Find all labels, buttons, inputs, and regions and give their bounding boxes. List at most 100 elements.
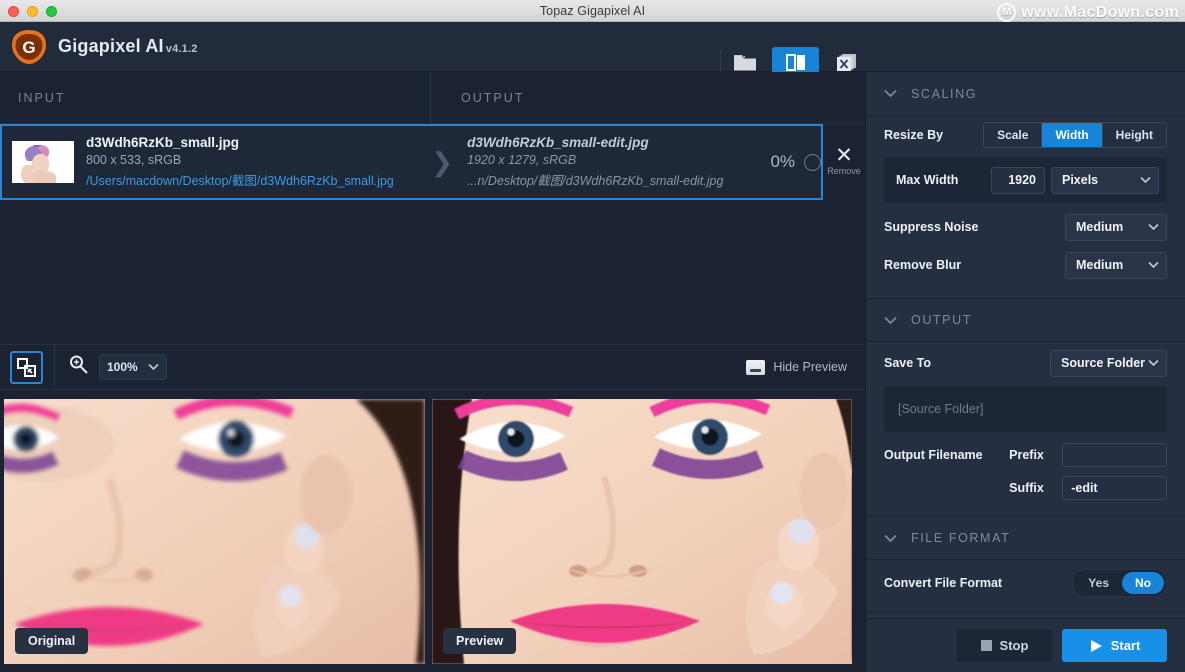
max-width-label: Max Width [896, 173, 959, 187]
preview-label[interactable]: Preview [443, 628, 517, 654]
toolbar-separator [54, 344, 55, 390]
zoom-level-select[interactable]: 100% [99, 354, 167, 380]
scaling-section-header[interactable]: SCALING [866, 72, 1185, 116]
save-to-label: Save To [884, 356, 932, 370]
svg-text:G: G [22, 38, 35, 57]
output-filename: d3Wdh6RzKb_small-edit.jpg [467, 135, 649, 150]
convert-file-format-row: Convert File Format Yes No [866, 560, 1185, 606]
app-header: G Gigapixel AIv4.1.2 Open [0, 22, 1185, 91]
arrow-right-icon: ❯ [431, 146, 454, 177]
preview-toolbar: 100% Hide Preview [0, 344, 865, 390]
folder-icon [733, 54, 756, 70]
convert-file-format-label: Convert File Format [884, 576, 1003, 590]
window-title: Topaz Gigapixel AI [539, 3, 646, 18]
action-bar: Stop Start [866, 618, 1185, 672]
settings-sidebar: SCALING Resize By Scale Width Height Max… [865, 72, 1185, 672]
app-window: Topaz Gigapixel AI M www.MacDown.com G G… [0, 0, 1185, 672]
file-list-header: INPUT OUTPUT [0, 71, 865, 124]
output-path-input[interactable]: [Source Folder] [884, 386, 1167, 432]
original-image [4, 399, 425, 664]
resize-option-height[interactable]: Height [1101, 123, 1166, 147]
original-label[interactable]: Original [15, 628, 89, 654]
units-select[interactable]: Pixels [1051, 166, 1159, 194]
input-file-info: d3Wdh6RzKb_small.jpg 800 x 533, sRGB /Us… [86, 135, 425, 189]
prefix-row: Output Filename Prefix [866, 440, 1185, 469]
units-value: Pixels [1062, 173, 1099, 187]
remove-label: Remove [827, 166, 861, 176]
section-divider [866, 612, 1185, 613]
suffix-label: Suffix [1009, 480, 1044, 495]
remove-blur-row: Remove Blur Medium [866, 246, 1185, 284]
prefix-label: Prefix [1009, 447, 1044, 462]
output-filename-label: Output Filename [884, 447, 983, 462]
hide-preview-icon [746, 359, 766, 375]
brand-area: G Gigapixel AI v4.1.2 [10, 28, 198, 66]
chevron-down-icon [1148, 359, 1159, 367]
progress-spinner-icon [804, 153, 821, 171]
resize-option-width[interactable]: Width [1041, 123, 1102, 147]
traffic-lights [8, 6, 57, 17]
preview-image-pane[interactable]: Preview [432, 399, 852, 664]
minimize-button[interactable] [27, 6, 38, 17]
remove-blur-select[interactable]: Medium [1065, 251, 1167, 279]
input-column-header: INPUT [18, 90, 66, 105]
start-button[interactable]: Start [1062, 629, 1167, 662]
save-to-select[interactable]: Source Folder [1050, 349, 1167, 377]
resize-by-label: Resize By [884, 128, 944, 142]
window-titlebar: Topaz Gigapixel AI M www.MacDown.com [0, 0, 1185, 22]
hide-preview-button[interactable]: Hide Preview [746, 359, 847, 375]
magnifier-plus-icon [70, 355, 88, 374]
input-filename: d3Wdh6RzKb_small.jpg [86, 135, 240, 150]
suppress-noise-value: Medium [1076, 220, 1124, 234]
preview-image [432, 399, 852, 664]
output-dimensions: 1920 x 1279, sRGB [467, 153, 577, 167]
brand-title: Gigapixel AI v4.1.2 [58, 36, 198, 57]
suffix-row: Suffix -edit [866, 473, 1185, 502]
convert-yes-option[interactable]: Yes [1075, 572, 1122, 594]
output-section-title: OUTPUT [911, 313, 972, 327]
prefix-input[interactable] [1062, 442, 1167, 467]
zoom-in-button[interactable] [68, 354, 89, 380]
resize-by-row: Resize By Scale Width Height [866, 116, 1185, 154]
scaling-section-title: SCALING [911, 86, 978, 101]
save-to-row: Save To Source Folder [866, 342, 1185, 384]
max-width-input[interactable]: 1920 [991, 166, 1045, 194]
maximize-button[interactable] [46, 6, 57, 17]
start-button-label: Start [1110, 638, 1141, 653]
compare-panes: Original Preview [0, 390, 865, 672]
remove-file-button[interactable]: ✕ Remove [823, 124, 865, 200]
input-filepath[interactable]: /Users/macdown/Desktop/截图/d3Wdh6RzKb_sma… [86, 170, 425, 189]
resize-by-segmented-control: Scale Width Height [983, 122, 1167, 148]
close-icon: ✕ [835, 144, 853, 167]
file-format-section-title: FILE FORMAT [911, 531, 1011, 545]
gigapixel-logo-icon: G [10, 28, 48, 66]
file-format-section-header[interactable]: FILE FORMAT [866, 516, 1185, 560]
zoom-level-value: 100% [107, 360, 138, 374]
play-icon [1090, 639, 1102, 652]
suffix-input[interactable]: -edit [1062, 475, 1167, 500]
stop-square-icon [980, 640, 992, 651]
output-column-header: OUTPUT [461, 90, 525, 105]
file-row[interactable]: d3Wdh6RzKb_small.jpg 800 x 533, sRGB /Us… [0, 124, 823, 200]
brand-name: Gigapixel AI [58, 36, 164, 56]
progress-percent: 0% [770, 152, 796, 171]
output-section-header[interactable]: OUTPUT [866, 298, 1185, 342]
input-dimensions: 800 x 533, sRGB [86, 153, 182, 167]
remove-blur-value: Medium [1076, 258, 1124, 272]
fit-to-screen-button[interactable] [10, 350, 43, 384]
file-thumbnail [12, 141, 74, 183]
split-view-icon [785, 53, 805, 71]
stop-button[interactable]: Stop [957, 629, 1052, 662]
suppress-noise-select[interactable]: Medium [1065, 213, 1167, 241]
close-button[interactable] [8, 6, 19, 17]
chevron-down-icon [884, 534, 897, 542]
original-image-pane[interactable]: Original [4, 399, 425, 664]
resize-option-scale[interactable]: Scale [984, 123, 1041, 147]
fit-to-screen-icon [17, 357, 36, 377]
suppress-noise-label: Suppress Noise [884, 220, 979, 234]
max-width-group: Max Width 1920 Pixels [884, 158, 1167, 202]
save-to-value: Source Folder [1061, 356, 1146, 370]
output-file-info: d3Wdh6RzKb_small-edit.jpg 1920 x 1279, s… [467, 135, 766, 189]
chevron-down-icon [148, 363, 159, 371]
convert-no-option[interactable]: No [1122, 572, 1164, 594]
